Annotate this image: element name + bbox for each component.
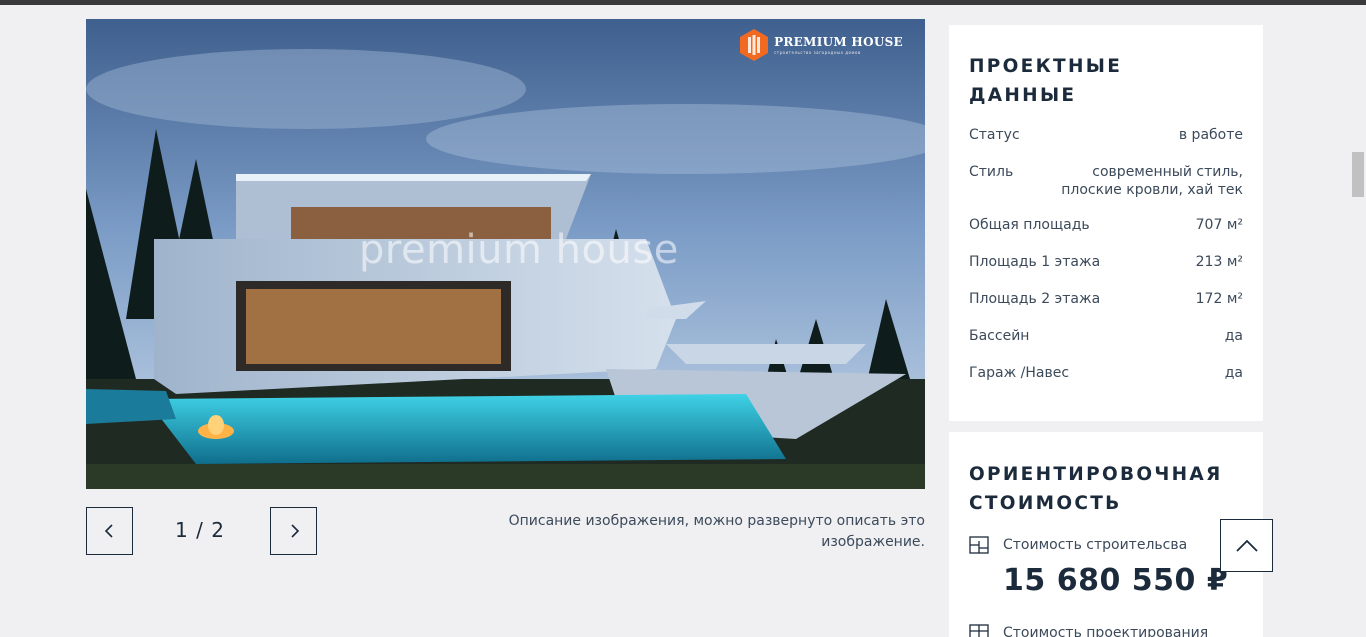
row-value: да [1224, 328, 1243, 344]
top-bar [0, 0, 1366, 5]
scrollbar-thumb[interactable] [1352, 152, 1364, 197]
construction-cost-row: Стоимость строительсва [969, 536, 1187, 554]
row-label: Стиль [969, 164, 1014, 180]
cost-card: ОРИЕНТИРОВОЧНАЯ СТОИМОСТЬ Стоимость стро… [949, 432, 1263, 637]
image-counter: 1 / 2 [175, 518, 225, 542]
design-cost-label: Стоимость проектирования [1003, 625, 1209, 637]
project-data-card: ПРОЕКТНЫЕ ДАННЫЕ Статус в работе Стиль с… [949, 25, 1263, 421]
scroll-to-top-button[interactable] [1220, 519, 1273, 572]
floorplan-icon [969, 624, 989, 637]
row-label: Площадь 2 этажа [969, 291, 1101, 307]
logo-subtext: строительство загородных домов [774, 49, 861, 55]
next-image-button[interactable] [270, 507, 317, 555]
data-row-floor2-area: Площадь 2 этажа 172 м² [969, 290, 1243, 308]
cost-title: ОРИЕНТИРОВОЧНАЯ СТОИМОСТЬ [969, 464, 1223, 514]
construction-cost-label: Стоимость строительсва [1003, 537, 1188, 553]
design-cost-row: Стоимость проектирования [969, 624, 1208, 637]
data-row-style: Стиль современный стиль, плоские кровли,… [969, 163, 1243, 199]
floorplan-icon [969, 536, 989, 554]
prev-image-button[interactable] [86, 507, 133, 555]
watermark: premium house [359, 227, 679, 273]
data-row-total-area: Общая площадь 707 м² [969, 216, 1243, 234]
gallery-image[interactable]: PREMIUM HOUSE строительство загородных д… [86, 19, 925, 489]
row-label: Гараж /Навес [969, 365, 1070, 381]
row-label: Общая площадь [969, 217, 1090, 233]
data-row-floor1-area: Площадь 1 этажа 213 м² [969, 253, 1243, 271]
data-row-garage: Гараж /Навес да [969, 364, 1243, 382]
row-label: Бассейн [969, 328, 1030, 344]
row-value: 213 м² [1195, 254, 1243, 270]
row-value: 172 м² [1195, 291, 1243, 307]
data-row-status: Статус в работе [969, 126, 1243, 144]
logo-mark-icon [740, 29, 769, 61]
chevron-right-icon [290, 524, 299, 538]
logo-text: PREMIUM HOUSE [774, 34, 903, 49]
row-value: современный стиль, плоские кровли, хай т… [1061, 164, 1243, 198]
row-value: 707 м² [1195, 217, 1243, 233]
chevron-left-icon [104, 524, 113, 538]
row-label: Статус [969, 127, 1020, 143]
project-data-title: ПРОЕКТНЫЕ ДАННЫЕ [969, 56, 1123, 106]
construction-cost-value: 15 680 550 ₽ [1003, 563, 1229, 598]
row-label: Площадь 1 этажа [969, 254, 1101, 270]
data-row-pool: Бассейн да [969, 327, 1243, 345]
row-value: в работе [1178, 127, 1243, 143]
premium-house-logo: PREMIUM HOUSE строительство загородных д… [740, 29, 903, 61]
chevron-up-icon [1235, 539, 1258, 552]
project-data-list: Статус в работе Стиль современный стиль,… [969, 126, 1243, 401]
image-caption: Описание изображения, можно развернуто о… [508, 513, 925, 550]
row-value: да [1224, 365, 1243, 381]
